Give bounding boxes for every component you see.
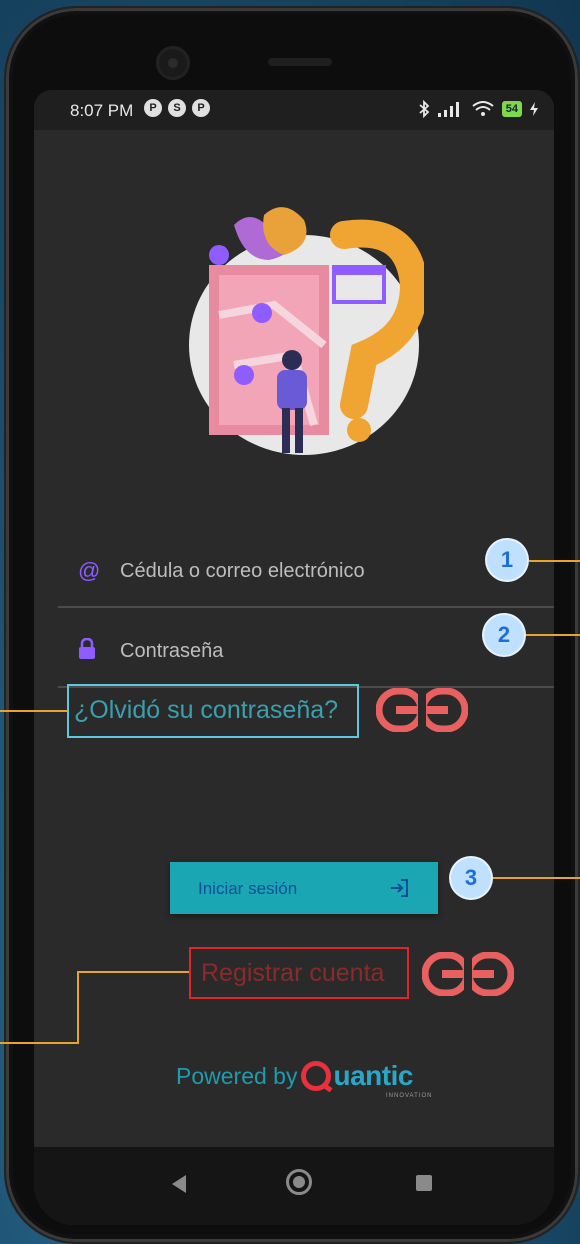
- app-screen: 8:07 PM P S P 54 @ Cédula o correo elect…: [34, 90, 554, 1225]
- battery-indicator: 54: [501, 101, 522, 117]
- system-nav-bar: [34, 1147, 554, 1225]
- map-illustration: [189, 207, 424, 455]
- powered-by-label: Powered by: [176, 1062, 298, 1089]
- callout-3: 3: [451, 858, 491, 898]
- charging-icon: [530, 102, 538, 116]
- callout-1: 1: [487, 540, 527, 580]
- email-field[interactable]: @ Cédula o correo electrónico: [58, 530, 554, 608]
- email-placeholder: Cédula o correo electrónico: [120, 560, 365, 582]
- login-arrow-icon: [391, 879, 408, 897]
- login-button[interactable]: Iniciar sesión: [170, 862, 438, 914]
- quantic-wordmark: uantic: [333, 1060, 413, 1091]
- leader-line-register-h2: [0, 1042, 79, 1044]
- status-bar: 8:07 PM P S P 54: [34, 90, 554, 130]
- quantic-tagline: INNOVATION: [386, 1093, 433, 1099]
- forgot-password-label: ¿Olvidó su contraseña?: [74, 696, 339, 724]
- chain-link-icon: [422, 952, 514, 996]
- quantic-logo: uantic: [301, 1060, 413, 1092]
- lock-icon: [79, 638, 95, 659]
- login-button-label: Iniciar sesión: [198, 879, 298, 898]
- leader-line-register-h1: [77, 971, 189, 973]
- password-placeholder: Contraseña: [120, 640, 224, 662]
- quantic-q-mark: [301, 1061, 332, 1091]
- status-time: 8:07 PM: [70, 101, 134, 120]
- at-sign-icon: @: [78, 558, 101, 583]
- notification-icon-3: P: [192, 99, 210, 117]
- signal-icon: [437, 102, 459, 117]
- wifi-icon: [472, 101, 494, 116]
- earpiece-speaker: [268, 58, 332, 66]
- back-icon[interactable]: [172, 1175, 186, 1193]
- front-camera: [156, 46, 190, 80]
- password-field[interactable]: Contraseña: [58, 608, 554, 688]
- register-account-label: Registrar cuenta: [201, 959, 385, 987]
- notification-icon-1: P: [144, 99, 162, 117]
- bluetooth-icon: [419, 100, 430, 118]
- leader-line-2: [526, 634, 580, 636]
- register-account-link[interactable]: Registrar cuenta: [189, 947, 409, 999]
- notification-icons: P S P: [144, 99, 210, 117]
- recents-icon[interactable]: [416, 1175, 432, 1191]
- leader-line-register-v: [77, 971, 79, 1044]
- status-right: 54: [418, 100, 538, 118]
- leader-line-forgot: [0, 710, 67, 712]
- leader-line-1: [529, 560, 580, 562]
- forgot-password-link[interactable]: ¿Olvidó su contraseña?: [67, 684, 359, 738]
- notification-icon-2: S: [168, 99, 186, 117]
- callout-2: 2: [484, 615, 524, 655]
- leader-line-3: [493, 877, 580, 879]
- home-icon[interactable]: [286, 1169, 312, 1195]
- powered-by-footer: Powered by uantic: [176, 1060, 413, 1092]
- chain-link-icon: [376, 688, 468, 732]
